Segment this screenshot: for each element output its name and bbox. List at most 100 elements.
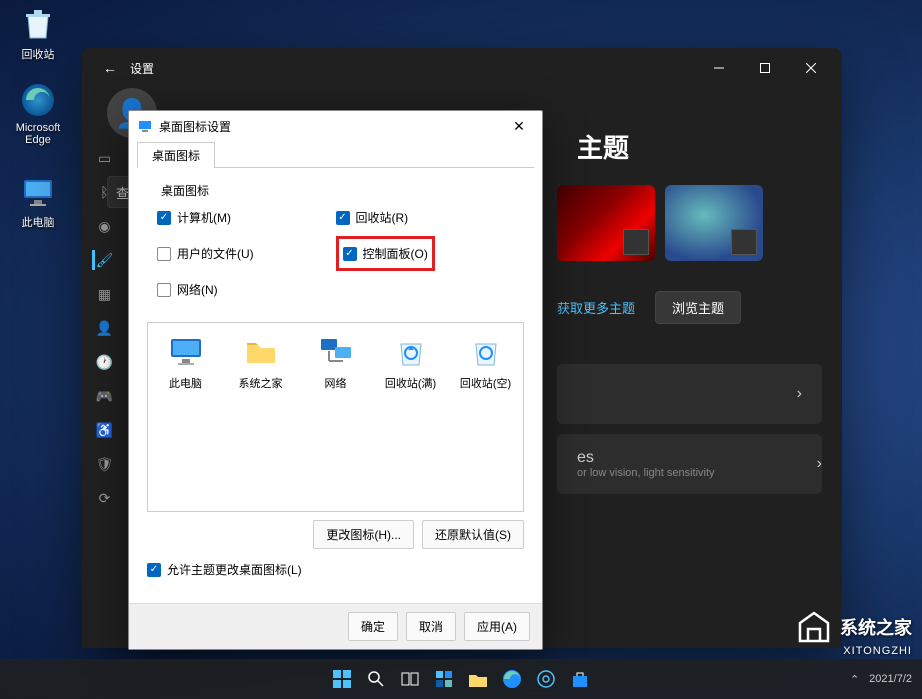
icon-label: 回收站(满)	[385, 378, 436, 390]
folder-icon	[242, 333, 280, 371]
taskbar-search-icon[interactable]	[362, 665, 390, 693]
checkbox-icon: ✓	[157, 211, 171, 225]
taskbar-settings-icon[interactable]	[532, 665, 560, 693]
settings-related-row-2[interactable]: es or low vision, light sensitivity ›	[557, 434, 822, 494]
sidebar-gaming-icon[interactable]: 🎮	[95, 386, 115, 406]
back-button[interactable]: ←	[90, 60, 130, 76]
sidebar-update-icon[interactable]: ⟳	[95, 488, 115, 508]
taskbar-edge-icon[interactable]	[498, 665, 526, 693]
chevron-right-icon: ›	[797, 385, 802, 403]
icon-label: 网络	[325, 378, 347, 390]
icon-item-this-pc[interactable]: 此电脑	[158, 333, 213, 391]
dialog-title: 桌面图标设置	[159, 118, 504, 135]
checkbox-label: 允许主题更改桌面图标(L)	[167, 561, 302, 578]
row-subtitle: or low vision, light sensitivity	[577, 467, 715, 479]
minimize-button[interactable]	[696, 52, 742, 84]
sidebar-network-icon[interactable]: ◉	[95, 216, 115, 236]
desktop-icon-recycle-bin[interactable]: 回收站	[8, 4, 68, 62]
this-pc-icon	[167, 333, 205, 371]
sidebar-time-icon[interactable]: 🕐	[95, 352, 115, 372]
recycle-full-icon	[392, 333, 430, 371]
dialog-footer: 确定 取消 应用(A)	[129, 603, 542, 649]
taskbar-taskview-icon[interactable]	[396, 665, 424, 693]
settings-title: 设置	[130, 60, 696, 77]
recycle-bin-icon	[18, 4, 58, 44]
cancel-button[interactable]: 取消	[406, 612, 456, 641]
settings-titlebar[interactable]: ← 设置	[82, 48, 842, 88]
sidebar-accounts-icon[interactable]: 👤	[95, 318, 115, 338]
sidebar-display-icon[interactable]: ▭	[95, 148, 115, 168]
desktop-icon-label: 回收站	[8, 46, 68, 62]
change-icon-button[interactable]: 更改图标(H)...	[313, 520, 414, 549]
sidebar-privacy-icon[interactable]: 🛡	[95, 454, 115, 474]
watermark-logo-icon	[796, 609, 832, 645]
checkbox-computer[interactable]: ✓ 计算机(M)	[157, 209, 336, 226]
recycle-empty-icon	[467, 333, 505, 371]
desktop-icon-this-pc[interactable]: 此电脑	[8, 172, 68, 230]
icon-item-network[interactable]: 网络	[308, 333, 363, 391]
checkbox-icon: ✓	[343, 247, 357, 261]
taskbar-widgets-icon[interactable]	[430, 665, 458, 693]
checkbox-recycle-bin[interactable]: ✓ 回收站(R)	[336, 209, 515, 226]
taskbar-system-tray[interactable]: ⌃ 2021/7/2	[850, 673, 912, 686]
checkbox-control-panel[interactable]: ✓ 控制面板(O)	[343, 245, 428, 262]
desktop-icon-settings-dialog: 桌面图标设置 ✕ 桌面图标 桌面图标 ✓ 计算机(M) ✓ 回收站(R) 用户的…	[128, 110, 543, 650]
checkbox-user-files[interactable]: 用户的文件(U)	[157, 236, 336, 271]
watermark: 系统之家 XITONGZHI	[796, 609, 912, 657]
checkbox-label: 回收站(R)	[356, 209, 409, 226]
watermark-url: XITONGZHI	[796, 645, 912, 657]
checkbox-label: 计算机(M)	[177, 209, 231, 226]
desktop-icon-label: 此电脑	[8, 214, 68, 230]
maximize-button[interactable]	[742, 52, 788, 84]
dialog-titlebar[interactable]: 桌面图标设置 ✕	[129, 111, 542, 141]
theme-thumbnail-wave[interactable]	[665, 185, 763, 261]
icon-label: 系统之家	[239, 378, 283, 390]
network-icon	[317, 333, 355, 371]
icon-item-recycle-empty[interactable]: 回收站(空)	[458, 333, 513, 391]
taskbar: ⌃ 2021/7/2	[0, 659, 922, 699]
page-title: 主题	[577, 128, 822, 165]
checkbox-label: 用户的文件(U)	[177, 245, 254, 262]
checkbox-icon	[157, 283, 171, 297]
restore-default-button[interactable]: 还原默认值(S)	[422, 520, 524, 549]
highlight-control-panel: ✓ 控制面板(O)	[336, 236, 435, 271]
browse-themes-button[interactable]: 浏览主题	[655, 291, 741, 324]
edge-icon	[18, 80, 58, 120]
watermark-brand: 系统之家	[840, 614, 912, 640]
group-label: 桌面图标	[157, 182, 514, 199]
desktop-icon-label: Microsoft Edge	[8, 122, 68, 146]
checkbox-allow-themes[interactable]: ✓ 允许主题更改桌面图标(L)	[147, 561, 524, 578]
start-button[interactable]	[328, 665, 356, 693]
chevron-right-icon: ›	[817, 455, 822, 473]
checkbox-icon	[157, 247, 171, 261]
close-button[interactable]	[788, 52, 834, 84]
settings-related-row-1[interactable]: ›	[557, 364, 822, 424]
get-more-themes-link[interactable]: 获取更多主题	[557, 298, 635, 317]
tray-chevron-icon[interactable]: ⌃	[850, 673, 859, 686]
sidebar-personalization-icon[interactable]: 🖌	[92, 250, 112, 270]
checkbox-label: 网络(N)	[177, 281, 218, 298]
icon-item-recycle-full[interactable]: 回收站(满)	[383, 333, 438, 391]
icon-item-home[interactable]: 系统之家	[233, 333, 288, 391]
taskbar-store-icon[interactable]	[566, 665, 594, 693]
checkbox-icon: ✓	[336, 211, 350, 225]
icon-preview-list: 此电脑 系统之家 网络 回收站(满) 回收站(空)	[147, 322, 524, 512]
icon-label: 回收站(空)	[460, 378, 511, 390]
checkbox-label: 控制面板(O)	[363, 245, 428, 262]
sidebar-apps-icon[interactable]: ▦	[95, 284, 115, 304]
dialog-icon	[137, 118, 153, 134]
this-pc-icon	[18, 172, 58, 212]
ok-button[interactable]: 确定	[348, 612, 398, 641]
dialog-tab-desktop-icons[interactable]: 桌面图标	[137, 142, 215, 168]
theme-thumbnail-red[interactable]	[557, 185, 655, 261]
desktop-icon-edge[interactable]: Microsoft Edge	[8, 80, 68, 146]
icon-label: 此电脑	[169, 378, 202, 390]
sidebar-accessibility-icon[interactable]: ♿	[95, 420, 115, 440]
checkbox-icon: ✓	[147, 563, 161, 577]
taskbar-explorer-icon[interactable]	[464, 665, 492, 693]
checkbox-network[interactable]: 网络(N)	[157, 281, 336, 298]
settings-sidebar: ▭ ᛒ ◉ 🖌 ▦ 👤 🕐 🎮 ♿ 🛡 ⟳	[82, 88, 127, 648]
apply-button[interactable]: 应用(A)	[464, 612, 530, 641]
dialog-close-button[interactable]: ✕	[504, 118, 534, 135]
row-title: es	[577, 449, 594, 467]
